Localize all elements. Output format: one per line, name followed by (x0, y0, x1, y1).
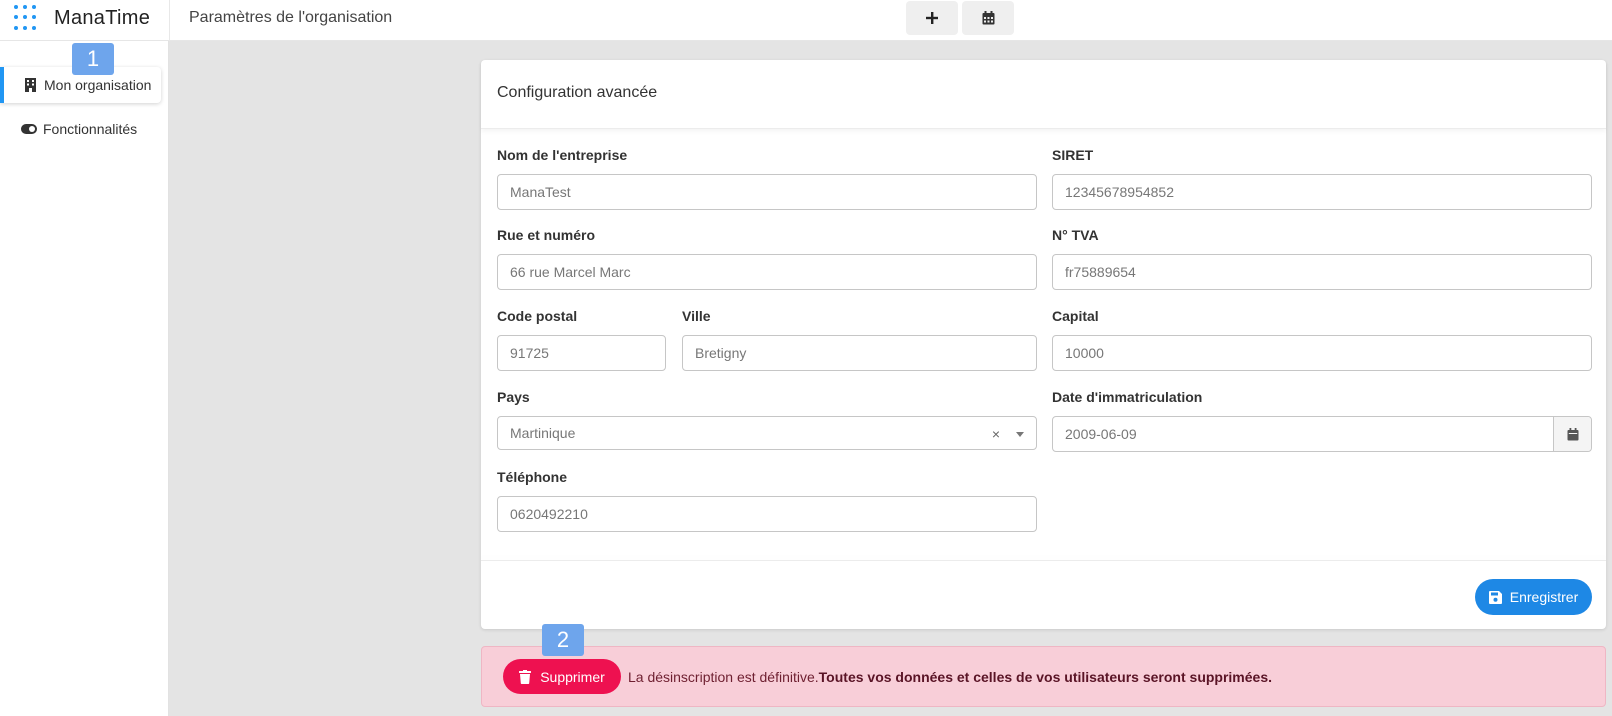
advanced-config-card: Configuration avancée Nom de l'entrepris… (481, 60, 1606, 629)
save-icon (1488, 590, 1502, 604)
delete-button-label: Supprimer (540, 668, 605, 685)
card-title: Configuration avancée (497, 84, 658, 101)
delete-button[interactable]: Supprimer (503, 659, 621, 694)
phone-label: Téléphone (497, 469, 568, 485)
siret-field[interactable]: 12345678954852 (1052, 174, 1592, 210)
company-name-label: Nom de l'entreprise (497, 147, 628, 163)
top-bar: ManaTime Paramètres de l'organisation (0, 0, 1612, 41)
calendar-button[interactable] (962, 1, 1014, 35)
page-title: Paramètres de l'organisation (189, 9, 393, 26)
city-label: Ville (682, 308, 711, 324)
postal-code-field[interactable]: 91725 (497, 335, 666, 371)
phone-field[interactable]: 0620492210 (497, 496, 1037, 532)
delete-account-banner: Supprimer La désinscription est définiti… (481, 646, 1606, 707)
sidebar-item-label: Fonctionnalités (43, 121, 138, 137)
sidebar-item-fonctionnalites[interactable]: Fonctionnalités (0, 111, 161, 147)
street-field[interactable]: 66 rue Marcel Marc (497, 254, 1037, 290)
plus-icon (926, 12, 938, 24)
city-field[interactable]: Bretigny (682, 335, 1037, 371)
street-label: Rue et numéro (497, 227, 596, 243)
company-name-field[interactable]: ManaTest (497, 174, 1037, 210)
sidebar: Mon organisation Fonctionnalités (0, 41, 169, 716)
delete-warning-bold: Toutes vos données et celles de vos util… (818, 669, 1273, 685)
annotation-badge-2: 2 (542, 624, 584, 656)
vat-label: N° TVA (1052, 227, 1099, 243)
calendar-icon (982, 11, 994, 25)
sidebar-item-label: Mon organisation (44, 77, 152, 93)
toggle-icon (21, 124, 37, 134)
annotation-badge-1: 1 (72, 43, 114, 75)
card-header: Configuration avancée (481, 60, 1606, 129)
card-footer-divider (481, 560, 1606, 561)
date-picker-button[interactable] (1553, 417, 1591, 451)
calendar-icon (1567, 427, 1578, 440)
country-select-value: Martinique (510, 425, 576, 441)
chevron-down-icon[interactable] (1016, 432, 1024, 437)
siret-label: SIRET (1052, 147, 1094, 163)
trash-icon (519, 669, 532, 684)
app-grid-icon[interactable] (14, 5, 40, 31)
save-button-label: Enregistrer (1509, 589, 1579, 605)
building-icon (22, 78, 38, 92)
vat-field[interactable]: fr75889654 (1052, 254, 1592, 290)
registration-date-value: 2009-06-09 (1065, 426, 1137, 442)
save-button[interactable]: Enregistrer (1475, 579, 1592, 615)
country-select[interactable]: Martinique × (497, 416, 1037, 450)
header-divider (169, 0, 170, 41)
country-label: Pays (497, 389, 530, 405)
delete-warning-main: La désinscription est définitive. (628, 669, 819, 685)
capital-label: Capital (1052, 308, 1099, 324)
app-logo-text[interactable]: ManaTime (54, 7, 150, 30)
clear-icon[interactable]: × (992, 426, 1000, 442)
capital-field[interactable]: 10000 (1052, 335, 1592, 371)
delete-warning-text: La désinscription est définitive.Toutes … (628, 669, 1272, 685)
registration-date-label: Date d'immatriculation (1052, 389, 1203, 405)
postal-code-label: Code postal (497, 308, 578, 324)
registration-date-field[interactable]: 2009-06-09 (1052, 416, 1592, 452)
add-button[interactable] (906, 1, 958, 35)
